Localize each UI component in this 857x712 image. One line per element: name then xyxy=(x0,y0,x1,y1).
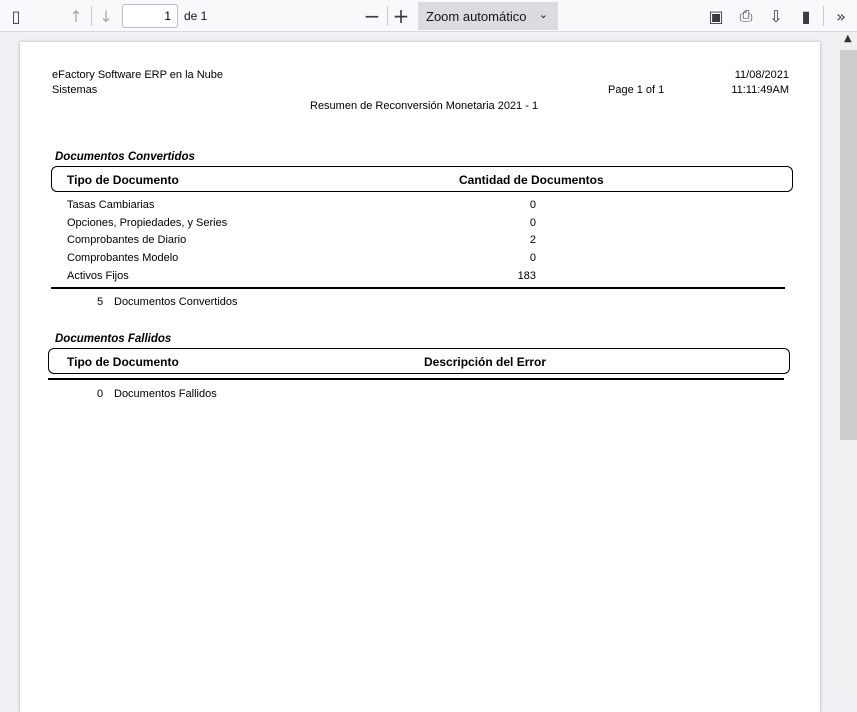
report-date: 11/08/2021 xyxy=(734,69,789,81)
company-name: eFactory Software ERP en la Nube xyxy=(52,69,223,81)
converted-heading: Documentos Convertidos xyxy=(55,151,195,163)
failed-heading: Documentos Fallidos xyxy=(55,333,172,345)
zoom-select[interactable]: Zoom automático ⌄ xyxy=(418,2,558,30)
row-count: 0 xyxy=(529,199,536,211)
converted-total-label: Documentos Convertidos xyxy=(114,296,238,308)
report-title: Resumen de Reconversión Monetaria 2021 -… xyxy=(310,100,539,112)
print-icon[interactable]: ⎙ xyxy=(736,6,756,26)
row-count: 183 xyxy=(517,269,536,282)
page-count: de 1 xyxy=(184,9,208,23)
failed-total-label: Documentos Fallidos xyxy=(114,388,217,400)
col-header: Tipo de Documento xyxy=(67,355,179,369)
failed-total: 0 xyxy=(97,388,104,400)
pdf-page: eFactory Software ERP en la Nube Sistema… xyxy=(20,42,820,712)
row-name: Comprobantes de Diario xyxy=(67,234,187,247)
scrollbar-thumb[interactable] xyxy=(840,50,857,440)
row-name: Opciones, Propiedades, y Series xyxy=(67,216,228,229)
page-indicator: Page 1 of 1 xyxy=(608,84,665,96)
zoom-value: Zoom automático xyxy=(426,9,527,24)
col-header: Cantidad de Documentos xyxy=(459,173,604,187)
converted-total: 5 xyxy=(97,296,104,308)
col-header: Tipo de Documento xyxy=(67,173,179,187)
pdf-toolbar: ▯ ↑ ↓ de 1 − + Zoom automático⌄ ▣ ⎙ ⇩ ▮ … xyxy=(0,0,857,32)
previous-page-icon[interactable]: ↑ xyxy=(66,6,86,26)
page-number-input[interactable] xyxy=(122,4,178,28)
row-count: 0 xyxy=(529,252,536,265)
vertical-scrollbar[interactable]: ▲ xyxy=(840,32,857,700)
more-tools-icon[interactable]: » xyxy=(831,6,851,26)
failed-table-header: Tipo de Documento Descripción del Error xyxy=(48,348,790,374)
bookmark-icon[interactable]: ▮ xyxy=(796,6,816,26)
converted-table-header: Tipo de Documento Cantidad de Documentos xyxy=(51,166,793,192)
zoom-in-icon[interactable]: + xyxy=(391,4,411,28)
next-page-icon[interactable]: ↓ xyxy=(96,6,116,26)
department: Sistemas xyxy=(52,84,98,96)
row-name: Tasas Cambiarias xyxy=(67,199,155,211)
presentation-mode-icon[interactable]: ▣ xyxy=(706,6,726,26)
row-count: 2 xyxy=(529,234,536,247)
report-time: 11:11:49AM xyxy=(731,84,789,96)
row-name: Comprobantes Modelo xyxy=(67,252,179,265)
row-name: Activos Fijos xyxy=(67,269,129,282)
chevron-down-icon: ⌄ xyxy=(538,9,548,21)
save-icon[interactable]: ⇩ xyxy=(766,6,786,26)
scroll-up-icon[interactable]: ▲ xyxy=(844,33,852,44)
row-count: 0 xyxy=(529,216,536,229)
sidebar-toggle-icon[interactable]: ▯ xyxy=(6,6,26,26)
zoom-out-icon[interactable]: − xyxy=(362,4,382,28)
col-header: Descripción del Error xyxy=(424,355,547,369)
